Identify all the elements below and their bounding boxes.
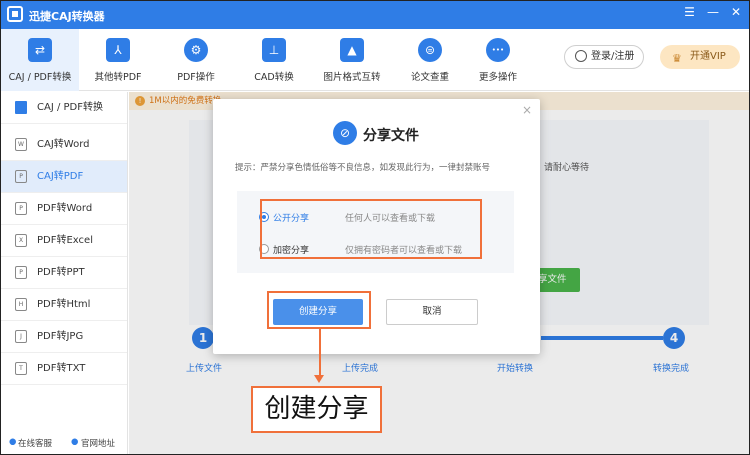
- create-button-highlight-box: [267, 291, 371, 329]
- dialog-hint: 提示：严禁分享色情低俗等不良信息，如发现此行为，一律封禁账号: [235, 163, 491, 173]
- sidebar-item-pdf-to-excel[interactable]: X PDF转Excel: [1, 225, 127, 257]
- txt-file-icon: T: [15, 362, 27, 375]
- dialog-title: 分享文件: [363, 128, 419, 144]
- close-icon[interactable]: ×: [522, 103, 532, 117]
- share-dialog: × ⊘ 分享文件 提示：严禁分享色情低俗等不良信息，如发现此行为，一律封禁账号 …: [213, 99, 540, 354]
- window-controls: ☰ — ✕: [684, 5, 741, 19]
- sidebar-item-caj-pdf[interactable]: CAJ / PDF转换: [1, 92, 127, 124]
- cad-icon: ⊥: [262, 38, 286, 62]
- crown-icon: ♛: [672, 52, 682, 65]
- gear-icon: ⚙: [184, 38, 208, 62]
- sidebar-item-label: PDF转Word: [37, 203, 93, 214]
- pdf-icon: ⅄: [106, 38, 130, 62]
- tool-label: CAD转换: [254, 72, 294, 83]
- sidebar-item-caj-to-pdf[interactable]: P CAJ转PDF: [1, 161, 127, 193]
- tool-paper-check[interactable]: ⊜ 论文查重: [391, 29, 469, 91]
- tool-cad-convert[interactable]: ⊥ CAD转换: [235, 29, 313, 91]
- app-window: 迅捷CAJ转换器 ☰ — ✕ ⇄ CAJ / PDF转换 ⅄ 其他转PDF ⚙ …: [0, 0, 750, 455]
- sidebar-item-label: PDF转PPT: [37, 267, 85, 278]
- login-button[interactable]: 登录/注册: [564, 45, 644, 69]
- word-file-icon: W: [15, 138, 27, 151]
- link-icon: ⊘: [333, 121, 357, 145]
- pdf-file-icon: P: [15, 170, 27, 183]
- search-icon: ⊜: [418, 38, 442, 62]
- vip-label: 开通VIP: [690, 51, 726, 62]
- html-file-icon: H: [15, 298, 27, 311]
- tool-label: 图片格式互转: [323, 72, 381, 83]
- sidebar-item-label: PDF转Html: [37, 299, 91, 310]
- sidebar-item-caj-to-word[interactable]: W CAJ转Word: [1, 129, 127, 161]
- annotation-arrow: [319, 327, 321, 379]
- tool-label: CAJ / PDF转换: [8, 72, 72, 83]
- annotation-arrow-head: [314, 375, 324, 383]
- app-title: 迅捷CAJ转换器: [29, 10, 105, 23]
- options-highlight-box: [260, 199, 482, 259]
- vip-button[interactable]: ♛ 开通VIP: [660, 45, 740, 69]
- tool-label: 其他转PDF: [94, 72, 142, 83]
- app-logo-icon: [7, 6, 23, 22]
- sidebar-item-label: PDF转Excel: [37, 235, 93, 246]
- sidebar-item-label: CAJ转PDF: [37, 171, 84, 182]
- pdf-file-icon: P: [15, 202, 27, 215]
- close-icon[interactable]: ✕: [731, 5, 741, 19]
- login-label: 登录/注册: [591, 51, 635, 62]
- ppt-file-icon: P: [15, 266, 27, 279]
- jpg-file-icon: J: [15, 330, 27, 343]
- headset-icon: ●: [9, 437, 17, 447]
- tool-image-format[interactable]: ▲ 图片格式互转: [313, 29, 391, 91]
- minimize-icon[interactable]: —: [707, 5, 719, 19]
- sidebar-footer: ● 在线客服 ● 官网地址: [1, 436, 127, 452]
- menu-icon[interactable]: ☰: [684, 5, 695, 19]
- title-bar: 迅捷CAJ转换器 ☰ — ✕: [1, 1, 749, 29]
- tool-label: PDF操作: [177, 72, 215, 83]
- online-service-link[interactable]: 在线客服: [18, 437, 52, 449]
- website-link[interactable]: 官网地址: [81, 437, 115, 449]
- tool-pdf-operations[interactable]: ⚙ PDF操作: [157, 29, 235, 91]
- sidebar-item-pdf-to-html[interactable]: H PDF转Html: [1, 289, 127, 321]
- swap-icon: ⇄: [28, 38, 52, 62]
- sidebar-item-label: CAJ转Word: [37, 139, 90, 150]
- sidebar-item-label: PDF转TXT: [37, 363, 86, 374]
- sidebar-item-label: CAJ / PDF转换: [37, 102, 103, 113]
- sidebar-item-pdf-to-word[interactable]: P PDF转Word: [1, 193, 127, 225]
- tool-label: 论文查重: [410, 72, 449, 83]
- sidebar-item-pdf-to-ppt[interactable]: P PDF转PPT: [1, 257, 127, 289]
- tool-caj-pdf-convert[interactable]: ⇄ CAJ / PDF转换: [1, 29, 79, 91]
- tool-label: 更多操作: [478, 72, 517, 83]
- excel-file-icon: X: [15, 234, 27, 247]
- annotation-callout: 创建分享: [251, 386, 382, 433]
- more-icon: •••: [486, 38, 510, 62]
- cancel-button[interactable]: 取消: [386, 299, 478, 325]
- user-icon: [575, 50, 587, 62]
- sidebar-item-pdf-to-jpg[interactable]: J PDF转JPG: [1, 321, 127, 353]
- tool-other-to-pdf[interactable]: ⅄ 其他转PDF: [79, 29, 157, 91]
- tool-more[interactable]: ••• 更多操作: [459, 29, 537, 91]
- globe-icon: ●: [71, 437, 79, 447]
- grid-icon: [15, 101, 27, 114]
- sidebar-item-pdf-to-txt[interactable]: T PDF转TXT: [1, 353, 127, 385]
- sidebar: CAJ / PDF转换 W CAJ转Word P CAJ转PDF P PDF转W…: [1, 92, 128, 454]
- image-icon: ▲: [340, 38, 364, 62]
- sidebar-item-label: PDF转JPG: [37, 331, 84, 342]
